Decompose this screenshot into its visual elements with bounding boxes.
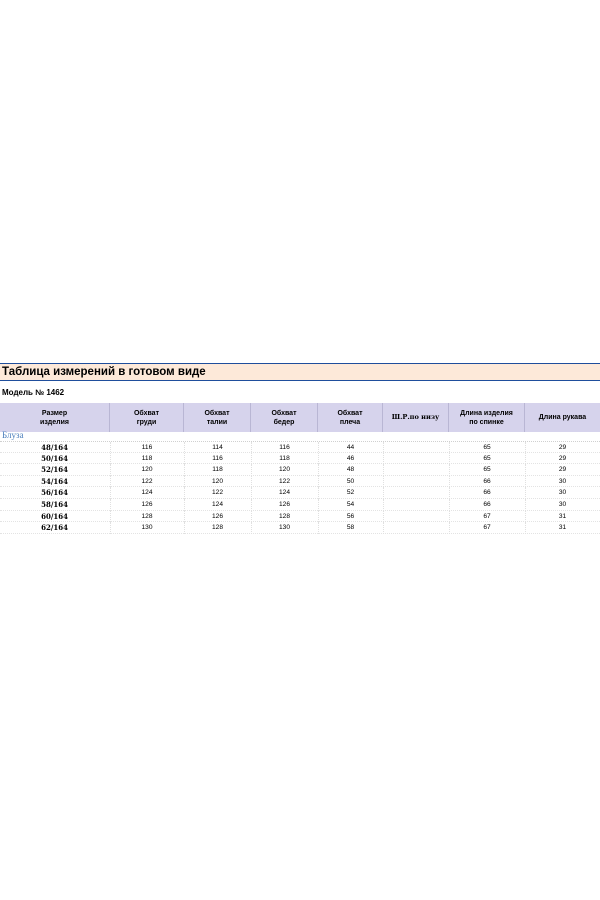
table-row: 50/164 118 116 118 46 65 29 — [0, 452, 600, 465]
cell-shoulder: 56 — [346, 512, 355, 520]
cell-sleeve-length: 30 — [558, 489, 567, 497]
model-number: Модель № 1462 — [2, 388, 65, 397]
cell-shoulder: 48 — [346, 466, 355, 474]
cell-sleeve-length: 31 — [558, 512, 567, 520]
cell-shoulder: 58 — [346, 524, 355, 532]
table-row: 62/164 130 128 130 58 67 31 — [0, 522, 600, 534]
cell-size: 58/164 — [41, 499, 68, 509]
header-shoulder: Обхват плеча — [318, 403, 383, 432]
cell-hem-width — [383, 522, 449, 534]
cell-shoulder: 52 — [346, 489, 355, 497]
cell-back-length: 67 — [483, 524, 491, 532]
cell-back-length: 66 — [483, 489, 491, 497]
table-body: 48/164 116 114 116 44 65 29 50/164 118 116 118 46 65… — [0, 441, 600, 534]
header-hem-width: Ш.Р.по низу — [383, 403, 449, 432]
cell-waist: 120 — [211, 477, 223, 485]
cell-hips: 124 — [278, 489, 290, 497]
cell-hips: 126 — [278, 500, 290, 508]
cell-hem-width — [383, 487, 449, 499]
cell-shoulder: 54 — [346, 500, 355, 508]
table-row: 56/164 124 122 124 52 66 30 — [0, 487, 600, 499]
cell-sleeve-length: 31 — [558, 524, 567, 532]
cell-hem-width — [383, 476, 449, 488]
cell-hips: 130 — [278, 524, 290, 532]
header-back-length: Длина изделия по спинке — [449, 403, 525, 432]
table-row: 60/164 128 126 128 56 67 31 — [0, 510, 600, 523]
cell-hips: 120 — [278, 466, 290, 474]
cell-back-length: 65 — [483, 466, 491, 474]
cell-chest: 128 — [141, 512, 153, 520]
cell-sleeve-length: 29 — [558, 466, 567, 474]
cell-waist: 116 — [212, 454, 223, 462]
cell-size: 56/164 — [41, 488, 68, 498]
section-label: Блуза — [2, 430, 24, 440]
table-row: 48/164 116 114 116 44 65 29 — [0, 441, 600, 454]
cell-waist: 118 — [212, 466, 223, 474]
cell-chest: 126 — [141, 500, 153, 508]
cell-back-length: 65 — [483, 454, 491, 462]
cell-hem-width — [383, 499, 449, 511]
cell-chest: 118 — [141, 454, 153, 462]
cell-hem-width — [383, 464, 449, 476]
cell-shoulder: 50 — [346, 477, 355, 485]
table-header: Размер изделия Обхват груди Обхват талии Об… — [0, 403, 600, 432]
cell-size: 62/164 — [41, 523, 68, 533]
header-waist: Обхват талии — [184, 403, 251, 432]
cell-sleeve-length: 30 — [558, 477, 567, 485]
cell-back-length: 66 — [483, 500, 491, 508]
table-row: 58/164 126 124 126 54 66 30 — [0, 498, 600, 511]
header-sleeve-length: Длина рукава — [525, 403, 600, 432]
cell-waist: 124 — [211, 500, 223, 508]
table-row: 54/164 122 120 122 50 66 30 — [0, 475, 600, 488]
cell-waist: 128 — [211, 524, 223, 532]
header-size: Размер изделия — [0, 403, 110, 432]
cell-size: 50/164 — [41, 453, 68, 463]
measurement-sheet: Таблица измерений в готовом виде Модель … — [0, 363, 600, 534]
cell-shoulder: 46 — [346, 454, 355, 462]
header-hips: Обхват бедер — [251, 403, 318, 432]
cell-size: 54/164 — [41, 476, 68, 486]
cell-chest: 124 — [141, 489, 153, 497]
cell-size: 52/164 — [41, 465, 68, 475]
cell-hem-width — [383, 511, 449, 523]
sheet-title: Таблица измерений в готовом виде — [0, 363, 600, 381]
table-row: 52/164 120 118 120 48 65 29 — [0, 464, 600, 476]
cell-waist: 122 — [211, 489, 223, 497]
cell-chest: 130 — [141, 524, 153, 532]
header-chest: Обхват груди — [110, 403, 184, 432]
cell-size: 60/164 — [41, 511, 68, 521]
cell-hem-width — [383, 453, 449, 465]
cell-waist: 126 — [211, 512, 223, 520]
cell-hips: 118 — [279, 454, 290, 462]
cell-back-length: 66 — [483, 477, 491, 485]
cell-hips: 122 — [278, 477, 290, 485]
cell-sleeve-length: 29 — [558, 454, 567, 462]
cell-sleeve-length: 30 — [558, 500, 567, 508]
cell-back-length: 67 — [483, 512, 491, 520]
cell-chest: 122 — [141, 477, 153, 485]
cell-chest: 120 — [141, 466, 153, 474]
cell-hips: 128 — [278, 512, 290, 520]
